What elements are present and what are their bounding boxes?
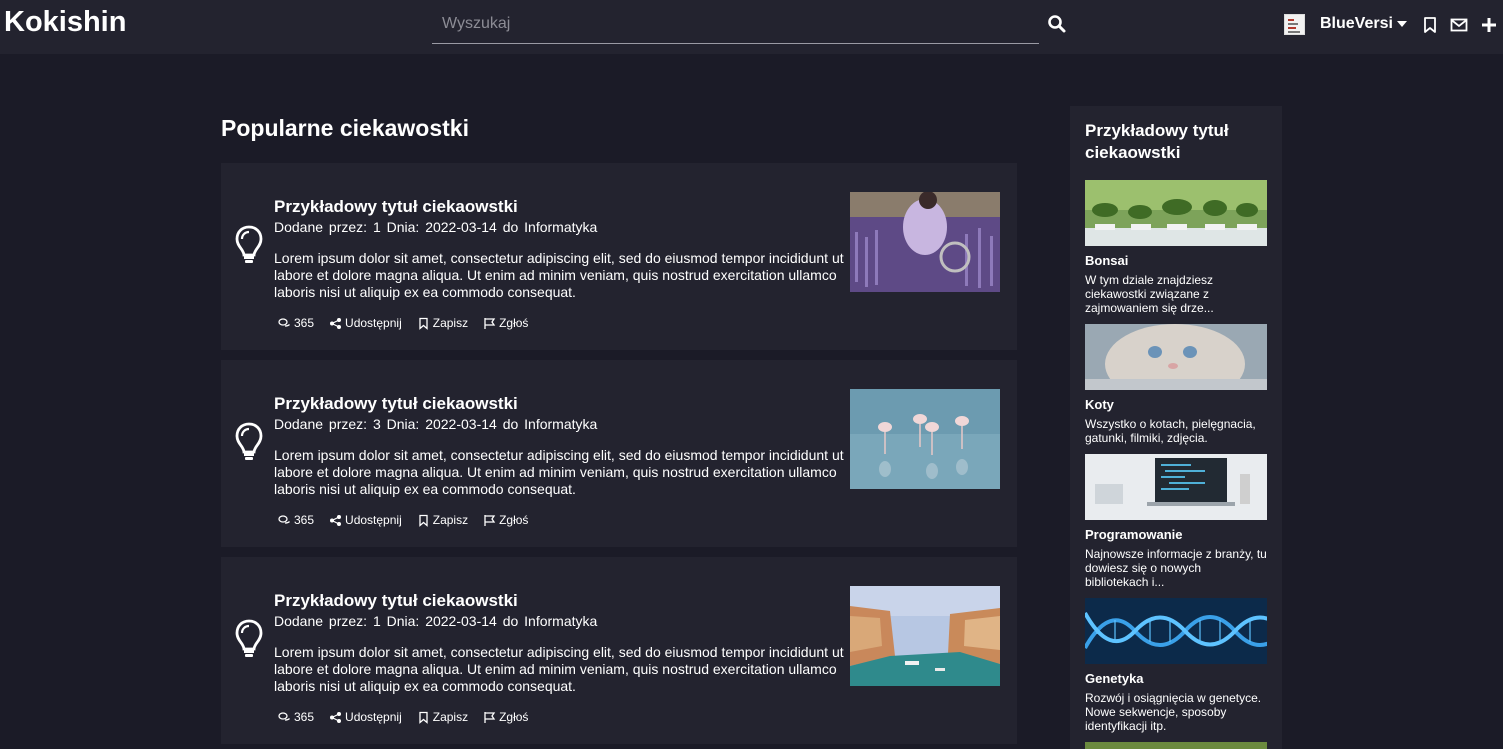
report-label: Zgłoś <box>499 710 529 724</box>
fact-card[interactable]: Przykładowy tytuł ciekaowstki Dodane prz… <box>221 360 1017 547</box>
category-description: Wszystko o kotach, pielęgnacia, gatunki,… <box>1085 417 1256 445</box>
mail-icon[interactable] <box>1450 16 1468 34</box>
share-label: Udostępnij <box>345 710 402 724</box>
category-image[interactable] <box>1085 598 1267 664</box>
comments-button[interactable]: 365 <box>278 710 314 724</box>
card-image[interactable] <box>850 192 1000 292</box>
share-icon <box>330 317 342 329</box>
card-title[interactable]: Przykładowy tytuł ciekaowstki <box>274 394 518 414</box>
share-icon <box>330 711 342 723</box>
bookmark-icon <box>419 711 428 724</box>
sidebar-item-next[interactable] <box>1085 742 1267 749</box>
username-label[interactable]: BlueVersi <box>1320 15 1393 33</box>
save-label: Zapisz <box>432 710 469 724</box>
comments-icon <box>278 514 290 524</box>
lightbulb-icon <box>235 225 263 263</box>
bookmark-icon <box>419 514 428 527</box>
search-bar <box>432 4 1039 44</box>
share-button[interactable]: Udostępnij <box>329 513 402 527</box>
lightbulb-icon <box>235 619 263 657</box>
flag-icon <box>484 514 496 526</box>
comments-count: 365 <box>294 710 315 724</box>
category-name[interactable]: Genetyka <box>1085 671 1267 686</box>
comments-count: 365 <box>294 513 315 527</box>
comments-button[interactable]: 365 <box>278 513 314 527</box>
card-actions: 365 Udostępnij Zapisz Zgłoś <box>278 513 528 527</box>
share-button[interactable]: Udostępnij <box>329 710 402 724</box>
site-logo[interactable]: Kokishin <box>4 6 126 39</box>
bookmark-icon <box>419 317 428 330</box>
report-button[interactable]: Zgłoś <box>483 316 528 330</box>
top-navbar: Kokishin BlueVersi <box>0 0 1503 54</box>
card-actions: 365 Udostępnij Zapisz Zgłoś <box>278 316 528 330</box>
category-image[interactable] <box>1085 742 1267 749</box>
card-meta: Dodane przez: 1 Dnia: 2022-03-14 do Info… <box>274 613 598 629</box>
category-name[interactable]: Programowanie <box>1085 527 1267 542</box>
comments-count: 365 <box>294 316 315 330</box>
share-label: Udostępnij <box>345 316 402 330</box>
save-label: Zapisz <box>432 513 469 527</box>
sidebar-item-koty[interactable]: Koty Wszystko o kotach, pielęgnacia, gat… <box>1085 324 1267 445</box>
category-description: Najnowsze informacje z branży, tu dowies… <box>1085 547 1267 589</box>
save-label: Zapisz <box>432 316 469 330</box>
caret-down-icon[interactable] <box>1396 18 1408 30</box>
avatar[interactable] <box>1284 14 1305 35</box>
sidebar-item-genetyka[interactable]: Genetyka Rozwój i osiągnięcia w genetyce… <box>1085 598 1267 733</box>
flag-icon <box>484 711 496 723</box>
bookmark-icon[interactable] <box>1421 16 1439 34</box>
search-icon[interactable] <box>1047 14 1067 34</box>
card-image[interactable] <box>850 586 1000 686</box>
card-meta: Dodane przez: 3 Dnia: 2022-03-14 do Info… <box>274 416 598 432</box>
category-image[interactable] <box>1085 454 1267 520</box>
category-image[interactable] <box>1085 324 1267 390</box>
save-button[interactable]: Zapisz <box>417 710 468 724</box>
sidebar-title: Przykładowy tytuł ciekaowstki <box>1085 121 1229 162</box>
page-title: Popularne ciekawostki <box>221 115 469 141</box>
fact-card[interactable]: Przykładowy tytuł ciekaowstki Dodane prz… <box>221 163 1017 350</box>
category-description: W tym dziale znajdziesz ciekawostki zwią… <box>1085 273 1214 315</box>
search-input[interactable] <box>432 4 1039 43</box>
report-label: Zgłoś <box>499 513 529 527</box>
report-button[interactable]: Zgłoś <box>483 710 528 724</box>
category-image[interactable] <box>1085 180 1267 246</box>
plus-icon[interactable] <box>1480 16 1498 34</box>
share-button[interactable]: Udostępnij <box>329 316 402 330</box>
card-image[interactable] <box>850 389 1000 489</box>
card-meta: Dodane przez: 1 Dnia: 2022-03-14 do Info… <box>274 219 598 235</box>
comments-button[interactable]: 365 <box>278 316 314 330</box>
category-description: Rozwój i osiągnięcia w genetyce. Nowe se… <box>1085 691 1262 733</box>
lightbulb-icon <box>235 422 263 460</box>
flag-icon <box>484 317 496 329</box>
card-actions: 365 Udostępnij Zapisz Zgłoś <box>278 710 528 724</box>
card-body: Lorem ipsum dolor sit amet, consectetur … <box>274 447 844 497</box>
category-name[interactable]: Bonsai <box>1085 253 1267 268</box>
card-title[interactable]: Przykładowy tytuł ciekaowstki <box>274 197 518 217</box>
share-label: Udostępnij <box>345 513 402 527</box>
comments-icon <box>278 711 290 721</box>
category-name[interactable]: Koty <box>1085 397 1267 412</box>
card-title[interactable]: Przykładowy tytuł ciekaowstki <box>274 591 518 611</box>
fact-card[interactable]: Przykładowy tytuł ciekaowstki Dodane prz… <box>221 557 1017 744</box>
comments-icon <box>278 317 290 327</box>
save-button[interactable]: Zapisz <box>417 316 468 330</box>
card-body: Lorem ipsum dolor sit amet, consectetur … <box>274 644 844 694</box>
sidebar-item-programowanie[interactable]: Programowanie Najnowsze informacje z bra… <box>1085 454 1267 589</box>
categories-sidebar: Przykładowy tytuł ciekaowstki Bonsai W t… <box>1070 106 1282 749</box>
save-button[interactable]: Zapisz <box>417 513 468 527</box>
share-icon <box>330 514 342 526</box>
sidebar-item-bonsai[interactable]: Bonsai W tym dziale znajdziesz ciekawost… <box>1085 180 1267 315</box>
card-body: Lorem ipsum dolor sit amet, consectetur … <box>274 250 844 300</box>
report-button[interactable]: Zgłoś <box>483 513 528 527</box>
report-label: Zgłoś <box>499 316 529 330</box>
